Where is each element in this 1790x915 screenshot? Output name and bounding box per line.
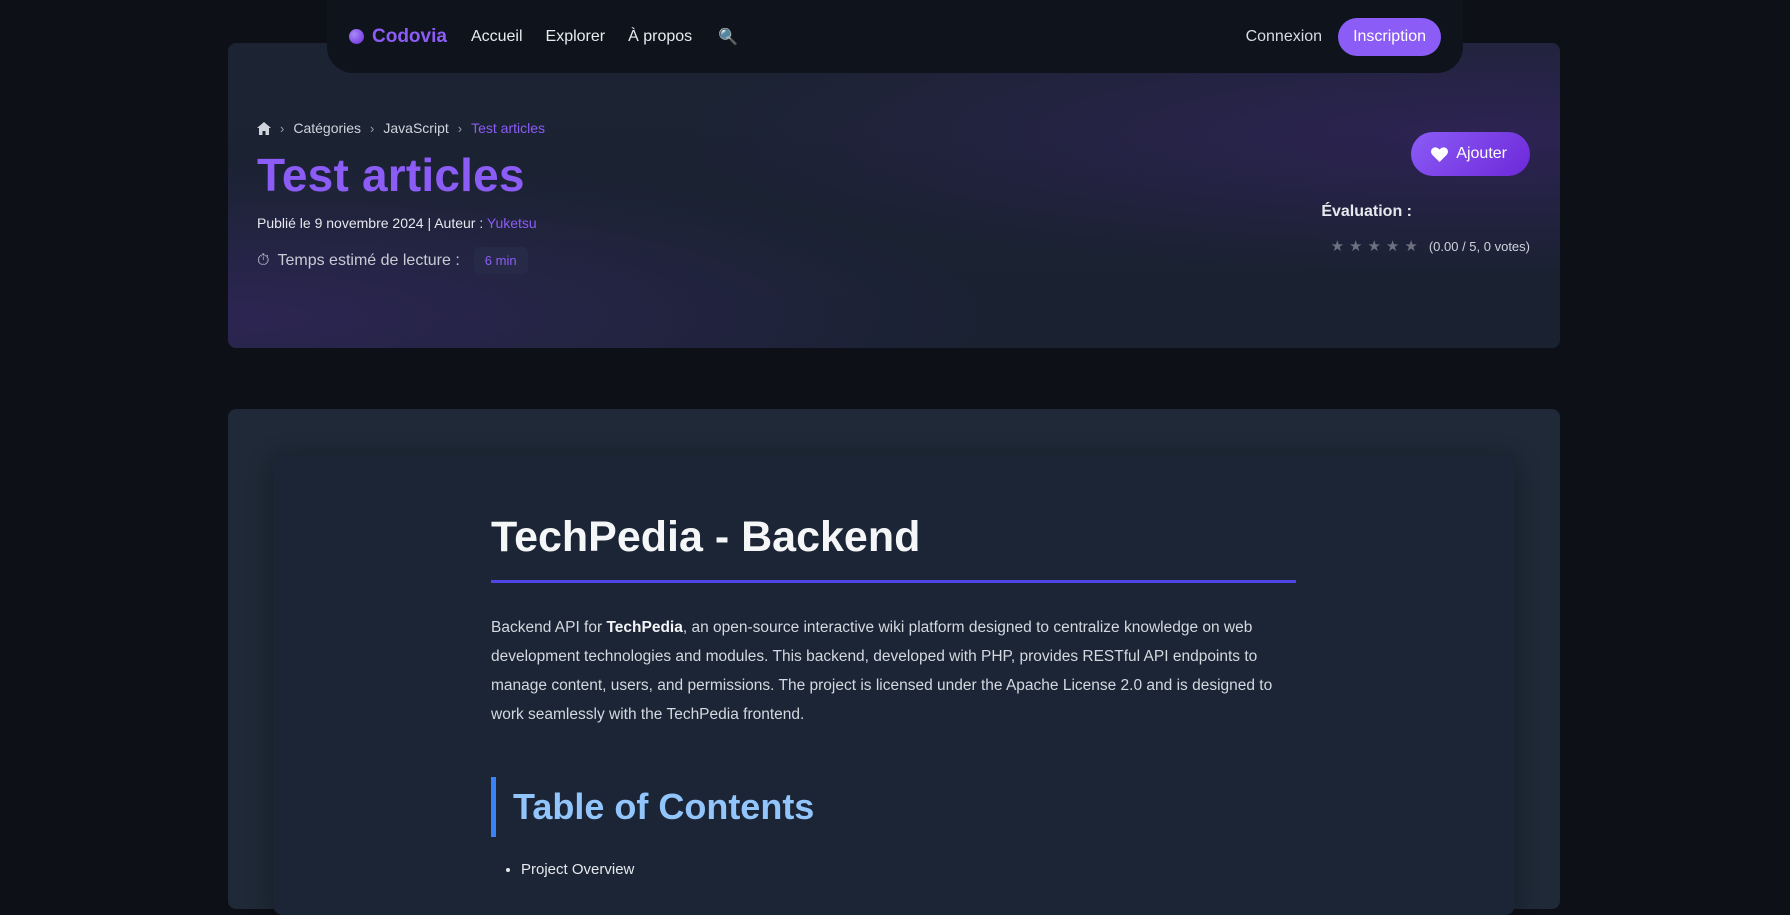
rating-score: (0.00 / 5, 0 votes) [1428, 238, 1530, 254]
add-favorite-label: Ajouter [1456, 145, 1507, 162]
reading-time-label: Temps estimé de lecture : [277, 251, 460, 269]
add-favorite-button[interactable]: Ajouter [1411, 132, 1530, 176]
nav-link-a-propos[interactable]: À propos [628, 28, 692, 46]
article-heading: TechPedia - Backend [491, 513, 1296, 583]
breadcrumb-separator: › [457, 120, 463, 136]
publish-meta: Publié le 9 novembre 2024 | Auteur : Yuk… [257, 215, 537, 231]
toc-item-project-overview[interactable]: Project Overview [521, 861, 1296, 878]
reading-time: ⏱ Temps estimé de lecture : 6 min [257, 247, 528, 274]
page-title: Test articles [257, 149, 525, 201]
breadcrumb-javascript[interactable]: JavaScript [383, 120, 448, 136]
toc-list: Project Overview [491, 861, 1296, 878]
star-icon[interactable]: ★ [1386, 237, 1399, 255]
content-section: TechPedia - Backend Backend API for Tech… [228, 409, 1560, 915]
intro-bold: TechPedia [606, 619, 683, 636]
rating-row: ★ ★ ★ ★ ★ (0.00 / 5, 0 votes) [1331, 237, 1530, 255]
article-hero: › Catégories › JavaScript › Test article… [228, 43, 1560, 348]
author-link[interactable]: Yuketsu [487, 215, 537, 231]
brand-logo[interactable]: Codovia [349, 26, 447, 48]
intro-prefix: Backend API for [491, 619, 607, 636]
star-icon[interactable]: ★ [1404, 237, 1417, 255]
breadcrumb-separator: › [370, 120, 375, 136]
nav-link-explorer[interactable]: Explorer [546, 28, 606, 46]
heart-icon [1431, 146, 1449, 162]
breadcrumb-separator: › [280, 120, 285, 136]
signup-button[interactable]: Inscription [1338, 17, 1441, 56]
star-icon[interactable]: ★ [1331, 237, 1344, 255]
breadcrumb-current: Test articles [471, 120, 546, 136]
evaluation-label: Évaluation : [1321, 203, 1412, 220]
article-body: TechPedia - Backend Backend API for Tech… [491, 513, 1296, 886]
brand-name: Codovia [372, 25, 447, 47]
home-icon[interactable] [257, 121, 271, 135]
reading-time-badge: 6 min [473, 247, 528, 274]
article-intro: Backend API for TechPedia, an open-sourc… [491, 613, 1296, 729]
brand-dot-icon [349, 29, 364, 44]
star-icon[interactable]: ★ [1349, 237, 1362, 255]
nav-link-accueil[interactable]: Accueil [471, 28, 523, 46]
search-icon[interactable]: 🔍 [718, 27, 738, 47]
article-card: TechPedia - Backend Backend API for Tech… [273, 455, 1515, 915]
stopwatch-icon: ⏱ [257, 251, 270, 269]
breadcrumb: › Catégories › JavaScript › Test article… [257, 120, 545, 136]
publish-date: Publié le 9 novembre 2024 | Auteur : [257, 215, 487, 231]
login-link[interactable]: Connexion [1246, 28, 1323, 46]
top-navbar: Codovia Accueil Explorer À propos 🔍 Conn… [327, 0, 1463, 73]
star-icon[interactable]: ★ [1367, 237, 1380, 255]
toc-heading: Table of Contents [491, 777, 1296, 837]
breadcrumb-categories[interactable]: Catégories [293, 120, 361, 136]
